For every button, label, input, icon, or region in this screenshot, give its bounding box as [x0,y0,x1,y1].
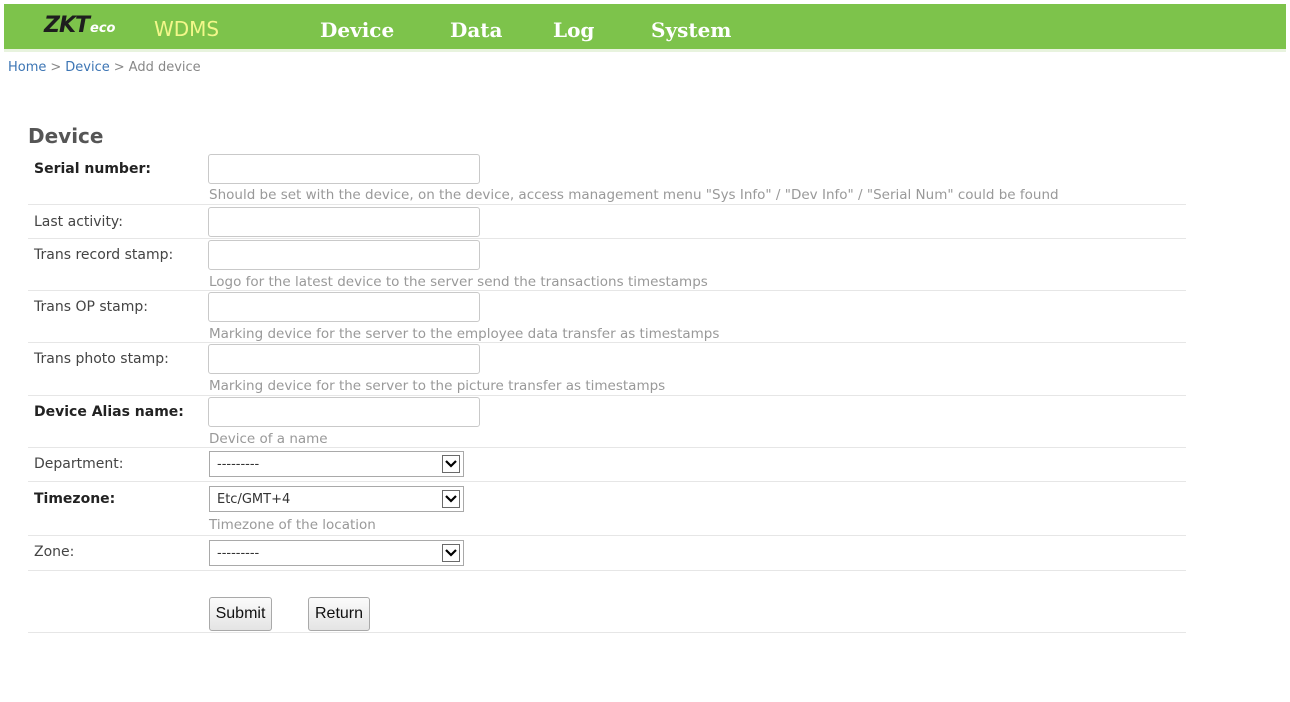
row-timezone: Timezone: Etc/GMT+4 Timezone of the loca… [28,482,1186,536]
device-alias-help: Device of a name [209,431,328,447]
trans-record-stamp-help: Logo for the latest device to the server… [209,274,708,290]
breadcrumb-separator: > [113,60,125,75]
row-trans-photo-stamp: Trans photo stamp: Marking device for th… [28,343,1186,396]
breadcrumb-device[interactable]: Device [65,60,109,75]
timezone-label: Timezone: [34,491,116,507]
row-zone: Zone: --------- [28,536,1186,571]
department-label: Department: [34,456,124,472]
app-name: WDMS [154,17,220,41]
breadcrumb-separator: > [50,60,62,75]
nav-device[interactable]: Device [320,18,394,42]
row-serial-number: Serial number: Should be set with the de… [28,152,1186,205]
timezone-select[interactable]: Etc/GMT+4 [209,486,464,512]
zone-select[interactable]: --------- [209,540,464,566]
serial-number-help: Should be set with the device, on the de… [209,187,1059,203]
department-selected-value: --------- [217,457,260,472]
row-department: Department: --------- [28,448,1186,482]
row-last-activity: Last activity: [28,205,1186,239]
timezone-help: Timezone of the location [209,517,376,533]
form-section-title: Device [28,124,104,148]
trans-record-stamp-input[interactable] [208,240,480,270]
chevron-down-icon [442,455,460,473]
trans-photo-stamp-help: Marking device for the server to the pic… [209,378,666,394]
row-device-alias: Device Alias name: Device of a name [28,396,1186,448]
zone-label: Zone: [34,544,75,560]
return-button[interactable]: Return [308,597,370,631]
nav-data[interactable]: Data [450,18,503,42]
chevron-down-icon [442,490,460,508]
trans-op-stamp-label: Trans OP stamp: [34,299,148,315]
department-select[interactable]: --------- [209,451,464,477]
trans-op-stamp-help: Marking device for the server to the emp… [209,326,720,342]
trans-record-stamp-label: Trans record stamp: [34,247,174,263]
last-activity-input[interactable] [208,207,480,237]
trans-photo-stamp-label: Trans photo stamp: [34,351,169,367]
trans-op-stamp-input[interactable] [208,292,480,322]
breadcrumb: Home > Device > Add device [8,60,201,75]
last-activity-label: Last activity: [34,214,123,230]
serial-number-label: Serial number: [34,161,151,177]
nav-system[interactable]: System [651,18,731,42]
nav-log[interactable]: Log [553,18,594,42]
row-trans-op-stamp: Trans OP stamp: Marking device for the s… [28,291,1186,343]
breadcrumb-home[interactable]: Home [8,60,46,75]
serial-number-input[interactable] [208,154,480,184]
timezone-selected-value: Etc/GMT+4 [217,492,291,507]
logo-text: ZKT [44,13,90,38]
device-alias-label: Device Alias name: [34,404,184,420]
row-actions: Submit Return [28,571,1186,633]
trans-photo-stamp-input[interactable] [208,344,480,374]
zkteco-logo: ZKTeco [44,13,115,38]
row-trans-record-stamp: Trans record stamp: Logo for the latest … [28,239,1186,291]
logo-sub-text: eco [90,21,116,36]
device-alias-input[interactable] [208,397,480,427]
top-bar: ZKTeco WDMS Device Data Log System [0,0,1290,52]
zone-selected-value: --------- [217,546,260,561]
chevron-down-icon [442,544,460,562]
breadcrumb-current: Add device [128,60,201,75]
submit-button[interactable]: Submit [209,597,272,631]
header-nav-bar: ZKTeco WDMS Device Data Log System [4,4,1286,52]
